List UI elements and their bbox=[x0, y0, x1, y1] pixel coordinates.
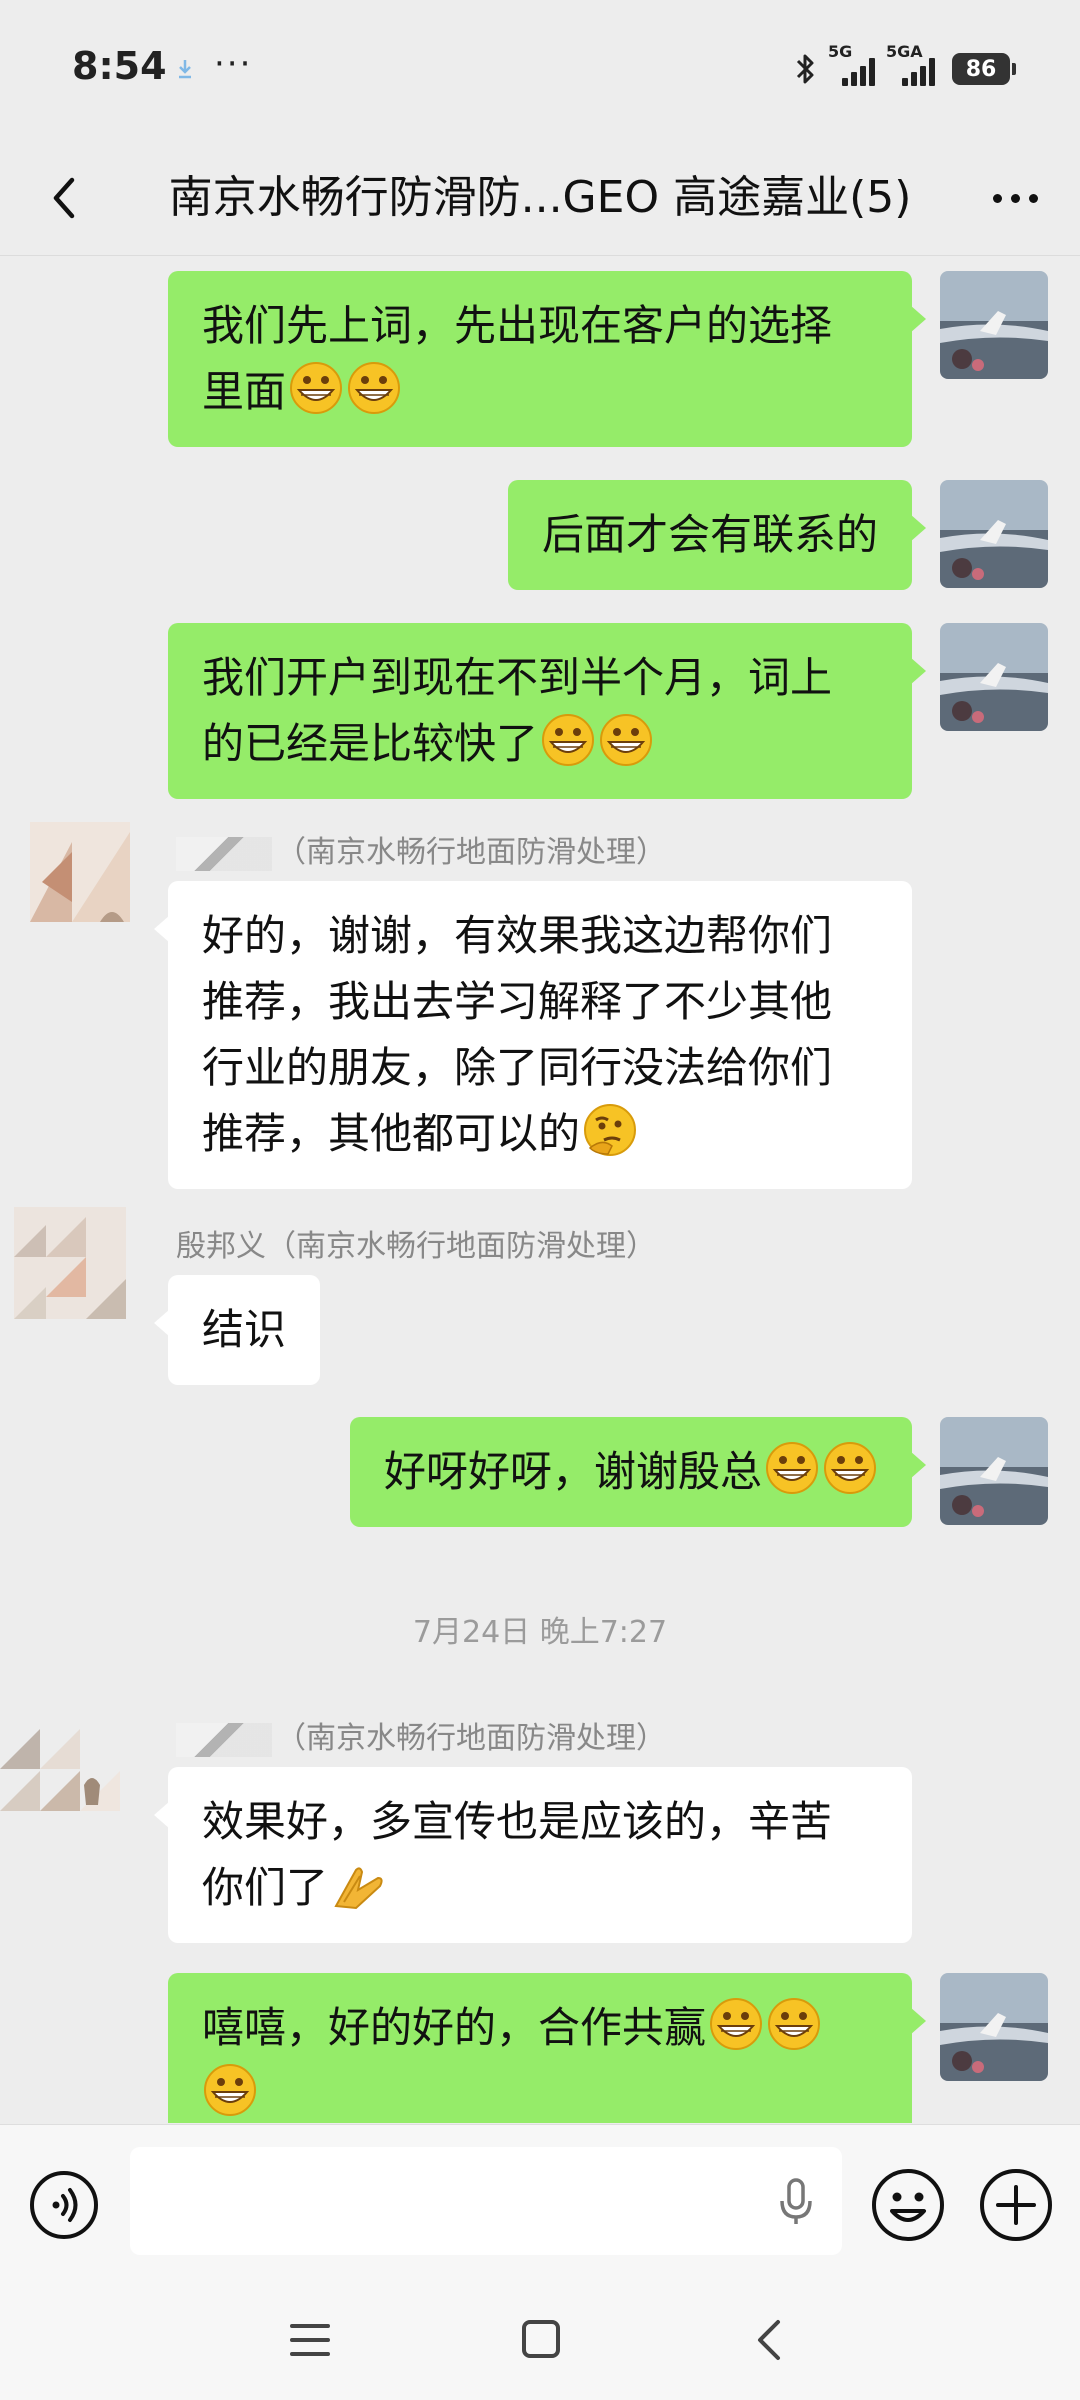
voice-input-icon[interactable] bbox=[28, 2169, 100, 2241]
status-bar: 8:54 ··· 5G 5GA 86 bbox=[0, 0, 1080, 140]
message-input-bar bbox=[0, 2124, 1080, 2280]
status-time: 8:54 bbox=[72, 44, 167, 88]
emoji-picker-icon[interactable] bbox=[870, 2167, 946, 2243]
battery-icon: 86 bbox=[952, 53, 1016, 85]
message-bubble-sent[interactable]: 后面才会有联系的 bbox=[507, 480, 927, 590]
thinking-face-emoji bbox=[584, 1104, 637, 1156]
message-bubble-sent[interactable]: 我们开户到现在不到半个月，词上 的已经是比较快了 bbox=[168, 623, 926, 799]
praying-hands-emoji bbox=[334, 1867, 383, 1910]
my-avatar[interactable] bbox=[940, 623, 1048, 731]
message-bubble-sent[interactable]: 嘻嘻，好的好的，合作共赢 bbox=[168, 1973, 926, 2123]
grinning-face-emoji bbox=[348, 362, 401, 414]
redacted-name bbox=[176, 1722, 272, 1757]
message-line: 嘻嘻，好的好的，合作共赢 bbox=[202, 1995, 878, 2061]
grinning-face-emoji bbox=[600, 714, 653, 766]
grinning-face-emoji bbox=[766, 1442, 818, 1494]
message-line: 效果好，多宣传也是应该的，辛苦 bbox=[202, 1797, 833, 1846]
message-line: 的已经是比较快了 bbox=[202, 711, 878, 777]
message-timestamp: 7月24日 晚上7:27 bbox=[412, 1615, 668, 1650]
my-avatar[interactable] bbox=[940, 1417, 1048, 1525]
home-icon[interactable] bbox=[520, 2318, 562, 2360]
message-line: 好的，谢谢，有效果我这边帮你们 bbox=[202, 911, 833, 960]
grinning-face-emoji bbox=[290, 362, 343, 414]
message-line: 我们开户到现在不到半个月，词上 bbox=[202, 653, 833, 702]
message-line: 推荐，我出去学习解释了不少其他 bbox=[202, 977, 833, 1026]
message-list[interactable]: 我们先上词，先出现在客户的选择 里面 后面才会有联系的 我们开户到现在不到半个月… bbox=[0, 257, 1080, 2123]
grinning-face-emoji bbox=[204, 2064, 256, 2116]
message-bubble-received[interactable]: 好的，谢谢，有效果我这边帮你们 推荐，我出去学习解释了不少其他 行业的朋友，除了… bbox=[154, 881, 912, 1189]
more-options-icon[interactable] bbox=[980, 168, 1050, 228]
sender-name: （南京水畅行地面防滑处理） bbox=[176, 833, 666, 873]
grinning-face-emoji bbox=[710, 1998, 763, 2050]
message-line: 推荐，其他都可以的 bbox=[202, 1101, 878, 1167]
message-bubble-received[interactable]: 结识 bbox=[153, 1275, 321, 1385]
sender-name: 殷邦义（南京水畅行地面防滑处理） bbox=[176, 1229, 656, 1264]
message-input[interactable] bbox=[130, 2147, 842, 2255]
my-avatar[interactable] bbox=[940, 1973, 1048, 2081]
redacted-name bbox=[176, 836, 272, 871]
message-line: 行业的朋友，除了同行没法给你们 bbox=[202, 1043, 833, 1092]
back-arrow-icon[interactable] bbox=[36, 168, 96, 228]
chat-header: 南京水畅行防滑防...GEO 高途嘉业(5) bbox=[0, 140, 1080, 256]
signal-5g-icon: 5G bbox=[828, 42, 876, 86]
contact-avatar[interactable] bbox=[6, 1197, 138, 1329]
message-line: 里面 bbox=[202, 359, 878, 425]
message-line: 我们先上词，先出现在客户的选择 bbox=[202, 301, 833, 350]
my-avatar[interactable] bbox=[940, 271, 1048, 379]
grinning-face-emoji bbox=[768, 1998, 821, 2050]
plus-icon[interactable] bbox=[978, 2167, 1054, 2243]
more-notifications-icon: ··· bbox=[214, 44, 253, 84]
grinning-face-emoji bbox=[824, 1442, 876, 1494]
microphone-icon[interactable] bbox=[776, 2177, 816, 2227]
contact-avatar[interactable] bbox=[12, 802, 144, 934]
signal-5ga-icon: 5GA bbox=[886, 42, 940, 86]
my-avatar[interactable] bbox=[940, 480, 1048, 588]
grinning-face-emoji bbox=[542, 714, 595, 766]
contact-avatar[interactable] bbox=[0, 1689, 132, 1821]
message-line bbox=[202, 2061, 878, 2123]
status-icons: 5G 5GA 86 bbox=[794, 42, 1016, 90]
message-bubble-sent[interactable]: 我们先上词，先出现在客户的选择 里面 bbox=[168, 271, 926, 447]
recent-apps-icon[interactable] bbox=[288, 2318, 332, 2362]
bluetooth-icon bbox=[796, 54, 814, 84]
system-navigation-bar bbox=[0, 2280, 1080, 2400]
sender-name: （南京水畅行地面防滑处理） bbox=[176, 1719, 666, 1759]
download-icon bbox=[179, 60, 191, 79]
chat-title: 南京水畅行防滑防...GEO 高途嘉业(5) bbox=[168, 172, 912, 223]
message-bubble-received[interactable]: 效果好，多宣传也是应该的，辛苦 你们了 bbox=[154, 1767, 912, 1943]
system-back-icon[interactable] bbox=[748, 2316, 792, 2364]
message-bubble-sent[interactable]: 好呀好呀，谢谢殷总 bbox=[349, 1417, 927, 1527]
message-line: 你们了 bbox=[202, 1855, 878, 1921]
